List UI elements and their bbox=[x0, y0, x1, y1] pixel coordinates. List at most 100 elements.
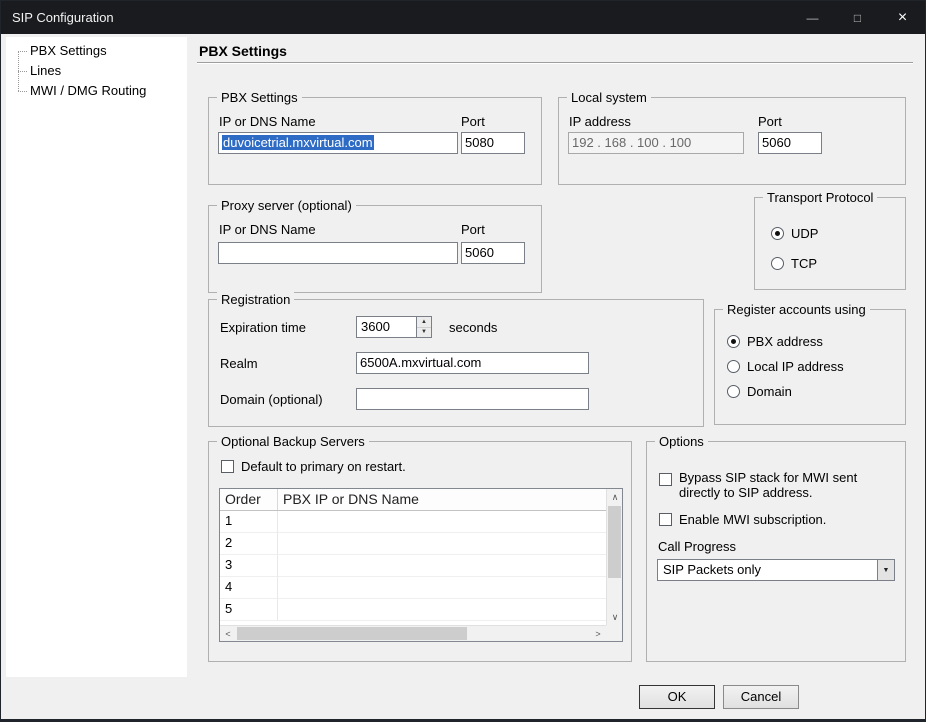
spinner-value: 3600 bbox=[361, 317, 390, 337]
group-legend: Options bbox=[655, 434, 708, 449]
sip-configuration-window: SIP Configuration — □ × PBX Settings Lin… bbox=[0, 0, 926, 722]
seconds-label: seconds bbox=[449, 320, 497, 335]
group-local-system: Local system IP address Port 192 . 168 .… bbox=[558, 97, 906, 185]
page-title: PBX Settings bbox=[197, 43, 913, 63]
table-row[interactable]: 3 bbox=[220, 555, 606, 577]
group-transport-protocol: Transport Protocol UDP TCP bbox=[754, 197, 906, 290]
spinner-down-button[interactable]: ▼ bbox=[417, 328, 431, 338]
radio-button bbox=[727, 360, 740, 373]
scroll-down-button[interactable]: ∨ bbox=[607, 609, 623, 625]
vertical-scrollbar[interactable]: ∧ ∨ bbox=[606, 489, 622, 625]
radio-tcp[interactable]: TCP bbox=[771, 256, 817, 270]
tree-branch-icon bbox=[18, 91, 27, 92]
checkbox-label: Bypass SIP stack for MWI sent directly t… bbox=[679, 470, 871, 500]
cancel-button[interactable]: Cancel bbox=[723, 685, 799, 709]
group-legend: Transport Protocol bbox=[763, 190, 877, 205]
horizontal-scrollbar[interactable]: < > bbox=[220, 625, 606, 641]
pbx-ip-dns-input[interactable]: duvoicetrial.mxvirtual.com bbox=[218, 132, 458, 154]
table-row[interactable]: 4 bbox=[220, 577, 606, 599]
tree-item-label: MWI / DMG Routing bbox=[30, 83, 146, 98]
group-legend: Local system bbox=[567, 90, 651, 105]
column-header-order[interactable]: Order bbox=[220, 489, 278, 510]
local-ip-address-field: 192 . 168 . 100 . 100 bbox=[568, 132, 744, 154]
cell-order: 3 bbox=[220, 555, 278, 577]
cell-name bbox=[278, 577, 606, 599]
table-row[interactable]: 5 bbox=[220, 599, 606, 621]
default-primary-checkbox[interactable]: Default to primary on restart. bbox=[221, 459, 406, 474]
minimize-button[interactable]: — bbox=[790, 1, 835, 34]
close-button[interactable]: × bbox=[880, 1, 925, 34]
radio-pbx-address[interactable]: PBX address bbox=[727, 334, 823, 348]
tree-item-pbx-settings[interactable]: PBX Settings bbox=[6, 41, 187, 61]
selected-text: duvoicetrial.mxvirtual.com bbox=[222, 135, 374, 150]
titlebar[interactable]: SIP Configuration — □ × bbox=[1, 1, 925, 34]
horizontal-scroll-thumb[interactable] bbox=[237, 627, 467, 640]
column-header-name[interactable]: PBX IP or DNS Name bbox=[278, 489, 606, 510]
checkbox-box bbox=[221, 460, 234, 473]
proxy-port-input[interactable]: 5060 bbox=[461, 242, 525, 264]
checkbox-box bbox=[659, 473, 672, 486]
vertical-scroll-thumb[interactable] bbox=[608, 506, 621, 578]
navigation-tree: PBX Settings Lines MWI / DMG Routing bbox=[6, 37, 187, 677]
window-controls: — □ × bbox=[790, 1, 925, 34]
bypass-mwi-checkbox[interactable]: Bypass SIP stack for MWI sent directly t… bbox=[659, 470, 881, 500]
realm-input[interactable]: 6500A.mxvirtual.com bbox=[356, 352, 589, 374]
checkbox-label: Default to primary on restart. bbox=[241, 459, 406, 474]
checkbox-box bbox=[659, 513, 672, 526]
expiration-time-label: Expiration time bbox=[220, 320, 306, 335]
group-pbx-settings: PBX Settings IP or DNS Name Port duvoice… bbox=[208, 97, 542, 185]
group-legend: Optional Backup Servers bbox=[217, 434, 369, 449]
scroll-down-icon: ∨ bbox=[612, 612, 619, 623]
ip-address-label: IP address bbox=[569, 114, 631, 129]
group-legend: Proxy server (optional) bbox=[217, 198, 356, 213]
cell-order: 1 bbox=[220, 511, 278, 533]
radio-udp[interactable]: UDP bbox=[771, 226, 818, 240]
tree-item-label: PBX Settings bbox=[30, 43, 107, 58]
dropdown-button[interactable]: ▼ bbox=[877, 560, 894, 580]
scroll-right-button[interactable]: > bbox=[590, 626, 606, 642]
spinner-up-button[interactable]: ▲ bbox=[417, 317, 431, 328]
tree-item-mwi-dmg-routing[interactable]: MWI / DMG Routing bbox=[6, 81, 187, 101]
radio-button bbox=[727, 335, 740, 348]
table-row[interactable]: 2 bbox=[220, 533, 606, 555]
radio-label: Domain bbox=[747, 384, 792, 399]
window-title: SIP Configuration bbox=[12, 10, 114, 25]
ok-button[interactable]: OK bbox=[639, 685, 715, 709]
port-label: Port bbox=[461, 114, 485, 129]
group-legend: Registration bbox=[217, 292, 294, 307]
group-proxy-server: Proxy server (optional) IP or DNS Name P… bbox=[208, 205, 542, 293]
radio-label: UDP bbox=[791, 226, 818, 241]
local-port-input[interactable]: 5060 bbox=[758, 132, 822, 154]
scroll-left-button[interactable]: < bbox=[220, 626, 236, 642]
group-registration: Registration Expiration time 3600 ▲ ▼ se… bbox=[208, 299, 704, 427]
cell-name bbox=[278, 599, 606, 621]
domain-input[interactable] bbox=[356, 388, 589, 410]
call-progress-dropdown[interactable]: SIP Packets only ▼ bbox=[657, 559, 895, 581]
domain-label: Domain (optional) bbox=[220, 392, 323, 407]
spinner-up-icon: ▲ bbox=[421, 319, 427, 325]
spinner-buttons: ▲ ▼ bbox=[416, 317, 431, 337]
tree-branch-icon bbox=[18, 71, 27, 72]
cell-name bbox=[278, 511, 606, 533]
close-icon: × bbox=[898, 9, 907, 27]
radio-label: PBX address bbox=[747, 334, 823, 349]
call-progress-label: Call Progress bbox=[658, 539, 736, 554]
proxy-ip-dns-input[interactable] bbox=[218, 242, 458, 264]
maximize-button[interactable]: □ bbox=[835, 1, 880, 34]
group-register-accounts: Register accounts using PBX address Loca… bbox=[714, 309, 906, 425]
ip-dns-label: IP or DNS Name bbox=[219, 222, 316, 237]
radio-label: TCP bbox=[791, 256, 817, 271]
tree-item-lines[interactable]: Lines bbox=[6, 61, 187, 81]
scroll-up-button[interactable]: ∧ bbox=[607, 489, 623, 505]
radio-local-ip-address[interactable]: Local IP address bbox=[727, 359, 844, 373]
enable-mwi-checkbox[interactable]: Enable MWI subscription. bbox=[659, 512, 826, 527]
table-row[interactable]: 1 bbox=[220, 511, 606, 533]
expiration-spinner[interactable]: 3600 ▲ ▼ bbox=[356, 316, 432, 338]
dropdown-arrow-icon: ▼ bbox=[883, 567, 890, 574]
radio-domain[interactable]: Domain bbox=[727, 384, 792, 398]
radio-button bbox=[771, 227, 784, 240]
tree-item-label: Lines bbox=[30, 63, 61, 78]
cell-name bbox=[278, 533, 606, 555]
pbx-port-input[interactable]: 5080 bbox=[461, 132, 525, 154]
realm-label: Realm bbox=[220, 356, 258, 371]
